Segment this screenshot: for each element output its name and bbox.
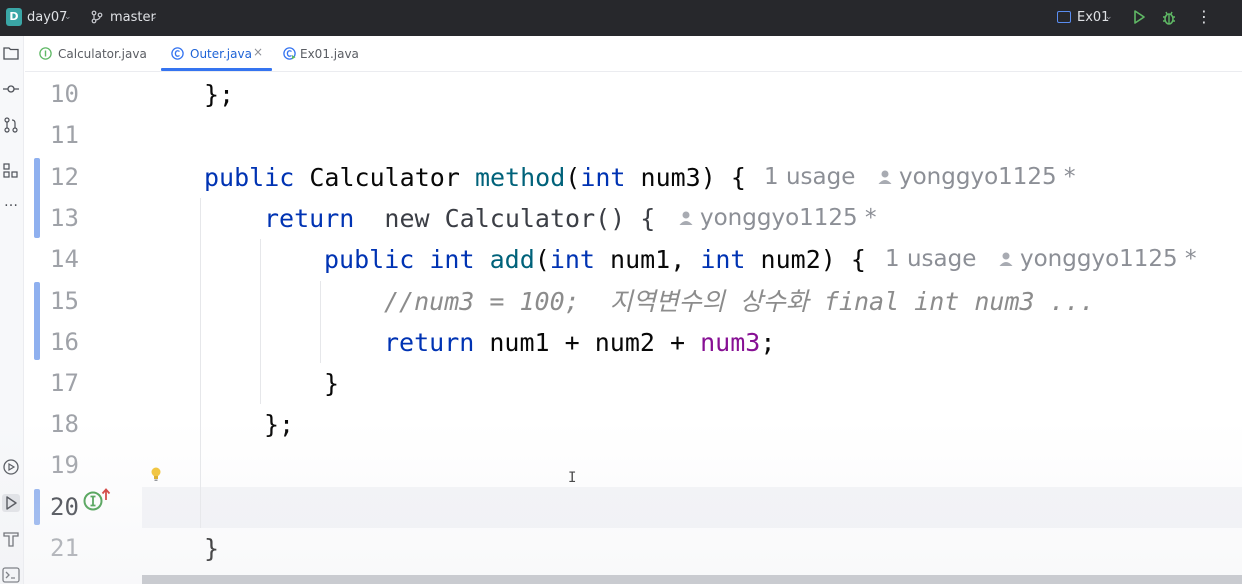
keyword-token: return	[264, 204, 355, 233]
semicolon-token: ;	[760, 328, 776, 357]
line-number: 19	[50, 451, 79, 479]
tab-ex01-java[interactable]: Ex01.java	[281, 36, 371, 72]
class-icon	[171, 47, 184, 60]
usage-inlay-hint[interactable]: 1 usage	[885, 239, 976, 280]
project-icon[interactable]	[2, 44, 20, 62]
type-token: Calculator	[294, 163, 475, 192]
keyword-token: int	[700, 245, 746, 274]
run-icon[interactable]	[1131, 9, 1147, 25]
more-icon[interactable]: ⋮	[1196, 7, 1212, 26]
code-line: 19	[0, 445, 1242, 486]
usage-inlay-hint[interactable]: 1 usage	[764, 157, 855, 198]
line-number: 14	[50, 245, 79, 273]
class-run-icon	[283, 47, 296, 60]
tab-calculator-java[interactable]: Calculator.java	[37, 36, 147, 72]
horizontal-scrollbar[interactable]	[142, 575, 1242, 584]
branch-icon[interactable]	[90, 10, 104, 24]
editor-tab-bar: Calculator.java Outer.java × Ex01.java	[25, 36, 1242, 72]
paren-token: (	[534, 245, 550, 274]
code-line: 15 //num3 = 100; 지역변수의 상수화 final int num…	[0, 281, 1242, 322]
code-text[interactable]: public int add(int num1, int num2) {	[324, 239, 866, 280]
user-icon	[878, 170, 892, 184]
branch-name[interactable]: master	[110, 10, 156, 25]
param-token: num1,	[594, 245, 701, 274]
lightbulb-icon[interactable]	[150, 466, 162, 482]
code-text[interactable]: };	[264, 404, 294, 445]
author-name: yonggyo1125 *	[1020, 246, 1197, 272]
param-token: num2) {	[745, 245, 866, 274]
code-text[interactable]: public Calculator method(int num3) {	[204, 157, 746, 198]
chevron-down-icon[interactable]: ⌄	[64, 12, 72, 22]
expression-token: num1 + num2 +	[474, 328, 701, 357]
code-text[interactable]: };	[204, 74, 234, 115]
code-line: 18 };	[0, 404, 1242, 445]
tab-outer-java[interactable]: Outer.java ×	[161, 36, 272, 72]
author-inlay-hint[interactable]: yonggyo1125 *	[998, 239, 1197, 280]
chevron-down-icon[interactable]: ⌄	[150, 12, 158, 22]
project-name[interactable]: day07	[27, 10, 67, 25]
author-inlay-hint[interactable]: yonggyo1125 *	[678, 198, 877, 239]
chevron-down-icon[interactable]: ⌄	[1105, 12, 1113, 22]
keyword-token: int	[429, 245, 475, 274]
line-number: 17	[50, 369, 79, 397]
code-line: 17 }	[0, 363, 1242, 404]
line-number: 21	[50, 534, 79, 562]
debug-icon[interactable]	[1160, 9, 1178, 27]
line-number: 20	[50, 493, 79, 521]
code-line: 13 return new Calculator() { yonggyo1125…	[0, 198, 1242, 239]
code-text[interactable]: return new Calculator() {	[264, 198, 655, 239]
user-icon	[679, 211, 693, 225]
code-text[interactable]: }	[324, 363, 339, 404]
code-text[interactable]: return num1 + num2 + num3;	[384, 322, 775, 363]
line-number: 11	[50, 121, 79, 149]
keyword-token: int	[549, 245, 595, 274]
title-bar: D day07 ⌄ master ⌄ Ex01 ⌄ ⋮	[0, 0, 1242, 36]
tab-label: Ex01.java	[300, 47, 359, 61]
close-icon[interactable]: ×	[253, 45, 263, 59]
keyword-token: public	[204, 163, 295, 192]
code-line: 16 return num1 + num2 + num3;	[0, 322, 1242, 363]
line-number: 13	[50, 204, 79, 232]
mouse-cursor-ibeam: I	[568, 470, 577, 486]
code-line-current: 20	[0, 487, 1242, 528]
comment-text[interactable]: //num3 = 100; 지역변수의 상수화 final int num3 .…	[384, 281, 1095, 322]
line-number: 10	[50, 80, 79, 108]
code-line: 14 public int add(int num1, int num2) { …	[0, 239, 1242, 511]
code-line: 12 public Calculator method(int num3) { …	[0, 157, 1242, 198]
code-line: 10 };	[0, 74, 1242, 115]
author-inlay-hint[interactable]: yonggyo1125 *	[877, 157, 1076, 198]
project-badge[interactable]: D	[6, 8, 22, 26]
captured-variable-token: num3	[700, 328, 761, 357]
line-number: 12	[50, 163, 79, 191]
author-name: yonggyo1125 *	[700, 205, 877, 231]
method-name-token: add	[489, 245, 535, 274]
author-name: yonggyo1125 *	[899, 164, 1076, 190]
tab-label: Calculator.java	[58, 47, 147, 61]
method-name-token: method	[474, 163, 566, 192]
param-token: num3) {	[625, 163, 746, 192]
run-config-icon[interactable]	[1057, 11, 1071, 23]
keyword-token: int	[580, 163, 626, 192]
code-text[interactable]: }	[204, 528, 219, 569]
code-line: 11	[0, 115, 1242, 156]
keyword-token: public	[324, 245, 415, 274]
keyword-token: return	[384, 328, 475, 357]
active-tab-indicator	[161, 68, 272, 71]
interface-icon	[39, 47, 52, 60]
user-icon	[999, 252, 1013, 266]
tab-label: Outer.java	[190, 47, 252, 61]
anonymous-class-token: new Calculator() {	[354, 204, 656, 233]
code-line: 21 }	[0, 528, 1242, 569]
line-number: 18	[50, 410, 79, 438]
line-number: 16	[50, 328, 79, 356]
paren-token: (	[565, 163, 581, 192]
line-number: 15	[50, 287, 79, 315]
